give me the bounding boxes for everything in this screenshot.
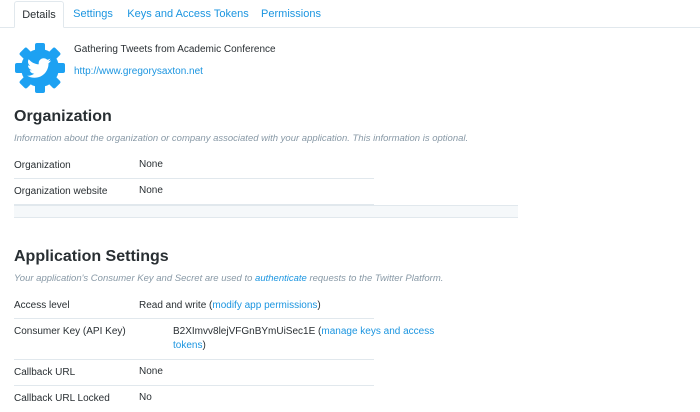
app-name: Gathering Tweets from Academic Conferenc… xyxy=(74,44,276,55)
tab-details[interactable]: Details xyxy=(14,1,64,28)
organization-website-value: None xyxy=(139,185,163,196)
app-url-link[interactable]: http://www.gregorysaxton.net xyxy=(74,66,203,77)
section-divider xyxy=(14,205,518,218)
access-level-row: Access level Read and write (modify app … xyxy=(14,293,374,319)
tab-permissions[interactable]: Permissions xyxy=(258,1,324,28)
organization-value: None xyxy=(139,159,163,170)
access-level-label: Access level xyxy=(14,300,70,311)
consumer-key-text: B2XImvv8lejVFGnBYmUiSec1E xyxy=(173,326,316,337)
modify-app-permissions-link[interactable]: modify app permissions xyxy=(212,300,317,311)
callback-url-label: Callback URL xyxy=(14,367,76,378)
organization-description: Information about the organization or co… xyxy=(14,133,469,144)
callback-url-locked-label: Callback URL Locked xyxy=(14,393,110,404)
callback-url-value: None xyxy=(139,366,163,377)
manage-keys-link-tokens[interactable]: tokens xyxy=(173,340,202,351)
consumer-key-value: B2XImvv8lejVFGnBYmUiSec1E (manage keys a… xyxy=(173,326,435,351)
organization-website-label: Organization website xyxy=(14,186,108,197)
tab-keys-and-access-tokens[interactable]: Keys and Access Tokens xyxy=(124,1,252,28)
application-settings-description-pre: Your application's Consumer Key and Secr… xyxy=(14,273,256,284)
callback-url-locked-value: No xyxy=(139,392,152,403)
callback-url-row: Callback URL None xyxy=(14,360,374,386)
application-settings-heading: Application Settings xyxy=(14,248,169,265)
manage-keys-link[interactable]: manage keys and access xyxy=(321,326,434,337)
organization-website-row: Organization website None xyxy=(14,179,374,205)
twitter-bird-gear-icon xyxy=(15,43,65,93)
tab-bar: Details Settings Keys and Access Tokens … xyxy=(0,0,700,28)
consumer-key-label: Consumer Key (API Key) xyxy=(14,326,126,337)
organization-heading: Organization xyxy=(14,108,112,125)
application-settings-description-post: requests to the Twitter Platform. xyxy=(306,273,444,284)
consumer-key-row: Consumer Key (API Key) B2XImvv8lejVFGnBY… xyxy=(14,319,434,360)
tab-settings[interactable]: Settings xyxy=(70,1,116,28)
organization-label: Organization xyxy=(14,160,71,171)
authenticate-link[interactable]: authenticate xyxy=(255,273,307,284)
access-level-text: Read and write xyxy=(139,300,207,311)
access-level-value: Read and write (modify app permissions) xyxy=(139,300,321,311)
application-settings-description: Your application's Consumer Key and Secr… xyxy=(14,273,443,284)
organization-row: Organization None xyxy=(14,153,374,179)
callback-url-locked-row: Callback URL Locked No xyxy=(14,386,374,412)
